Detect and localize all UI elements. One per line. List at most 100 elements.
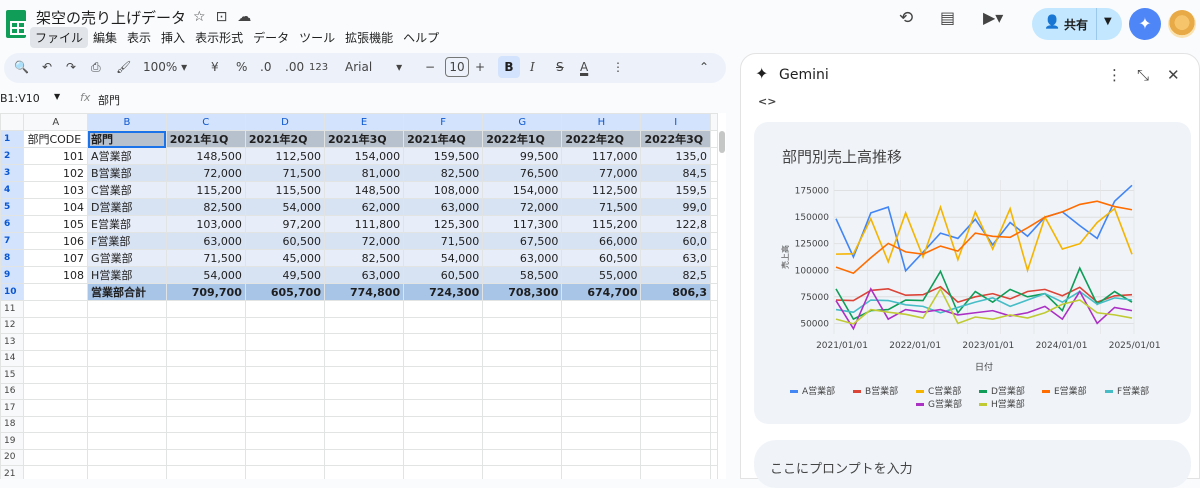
cell[interactable]: 71,500: [244, 164, 325, 182]
cell[interactable]: 81,000: [323, 164, 405, 182]
cell[interactable]: [482, 349, 563, 367]
cell[interactable]: [23, 448, 89, 466]
row-header[interactable]: 11: [0, 300, 25, 318]
row-header[interactable]: 10: [0, 283, 25, 301]
cell[interactable]: [710, 198, 718, 216]
vertical-scrollbar[interactable]: [718, 113, 726, 479]
cell[interactable]: 54,000: [403, 249, 484, 267]
cell[interactable]: [482, 465, 563, 479]
cell[interactable]: 2021年3Q: [323, 130, 405, 148]
column-header[interactable]: [710, 113, 718, 131]
cell[interactable]: 101: [23, 147, 89, 165]
column-header[interactable]: F: [403, 113, 484, 131]
cell[interactable]: [710, 147, 718, 165]
more-vert-icon[interactable]: ⋮: [1107, 66, 1122, 84]
cell[interactable]: [710, 215, 718, 233]
cell[interactable]: [323, 333, 405, 351]
cell[interactable]: 部門CODE: [23, 130, 89, 148]
cell[interactable]: [23, 399, 89, 417]
cell[interactable]: [561, 432, 642, 450]
currency-button[interactable]: ¥: [211, 60, 219, 74]
cell[interactable]: [165, 415, 246, 433]
cell[interactable]: [640, 399, 711, 417]
cell[interactable]: 63,0: [640, 249, 711, 267]
cell[interactable]: [244, 333, 325, 351]
row-header[interactable]: 18: [0, 415, 25, 433]
cell[interactable]: [87, 399, 167, 417]
cell[interactable]: 72,000: [165, 164, 246, 182]
menu-item[interactable]: データ: [248, 27, 294, 48]
font-size-increase-button[interactable]: +: [475, 60, 485, 74]
italic-button[interactable]: I: [530, 60, 535, 74]
cell[interactable]: [561, 316, 642, 334]
cell[interactable]: 115,500: [244, 181, 325, 199]
cell[interactable]: 111,800: [323, 215, 405, 233]
cell[interactable]: 122,8: [640, 215, 711, 233]
cell[interactable]: [640, 415, 711, 433]
cell[interactable]: 135,0: [640, 147, 711, 165]
cell[interactable]: 774,800: [323, 283, 405, 301]
cell[interactable]: [640, 465, 711, 479]
bold-button[interactable]: B: [498, 56, 520, 78]
cell[interactable]: [710, 249, 718, 267]
row-header[interactable]: 12: [0, 316, 25, 334]
decrease-decimal-button[interactable]: .0: [260, 60, 271, 74]
text-color-button[interactable]: A: [580, 60, 588, 74]
cell[interactable]: [244, 349, 325, 367]
cell[interactable]: [165, 465, 246, 479]
cell[interactable]: [710, 399, 718, 417]
cell[interactable]: [87, 465, 167, 479]
cell[interactable]: [403, 316, 484, 334]
cell[interactable]: [710, 266, 718, 284]
cell[interactable]: [323, 399, 405, 417]
cell[interactable]: [482, 300, 563, 318]
cell[interactable]: 45,000: [244, 249, 325, 267]
cell[interactable]: 62,000: [323, 198, 405, 216]
cell[interactable]: [165, 366, 246, 384]
cell[interactable]: [710, 130, 718, 148]
cell[interactable]: [710, 415, 718, 433]
cell[interactable]: [561, 382, 642, 400]
cell[interactable]: [640, 448, 711, 466]
cell[interactable]: C営業部: [87, 181, 167, 199]
menu-item[interactable]: 挿入: [156, 27, 190, 48]
cell[interactable]: 60,500: [403, 266, 484, 284]
cell[interactable]: 71,500: [165, 249, 246, 267]
cell[interactable]: 84,5: [640, 164, 711, 182]
code-icon[interactable]: <>: [758, 95, 776, 108]
cell[interactable]: [323, 349, 405, 367]
cell[interactable]: [87, 316, 167, 334]
cell[interactable]: 82,500: [165, 198, 246, 216]
cell[interactable]: 107: [23, 249, 89, 267]
cell[interactable]: 66,000: [561, 232, 642, 250]
cell[interactable]: [244, 465, 325, 479]
redo-icon[interactable]: ↷: [66, 60, 76, 74]
cell[interactable]: 709,700: [165, 283, 246, 301]
percent-button[interactable]: %: [236, 60, 247, 74]
column-header[interactable]: I: [640, 113, 711, 131]
cell[interactable]: 106: [23, 232, 89, 250]
cell[interactable]: [244, 382, 325, 400]
cell[interactable]: [561, 300, 642, 318]
cell[interactable]: G営業部: [87, 249, 167, 267]
cell[interactable]: 103,000: [165, 215, 246, 233]
cell[interactable]: 148,500: [165, 147, 246, 165]
cell[interactable]: [244, 415, 325, 433]
cell[interactable]: 60,500: [561, 249, 642, 267]
cell[interactable]: 97,200: [244, 215, 325, 233]
column-header[interactable]: G: [482, 113, 563, 131]
print-icon[interactable]: ⎙: [91, 60, 101, 75]
cell[interactable]: 674,700: [561, 283, 642, 301]
cell[interactable]: [23, 465, 89, 479]
cell[interactable]: 63,000: [165, 232, 246, 250]
cell[interactable]: [403, 366, 484, 384]
cell[interactable]: [323, 366, 405, 384]
cell[interactable]: 2022年1Q: [482, 130, 563, 148]
share-button[interactable]: 👤 共有 ▼: [1032, 8, 1122, 40]
cell[interactable]: 154,000: [323, 147, 405, 165]
spreadsheet-grid[interactable]: A B C D E F G H I 1 部門CODE 部門 2021年1Q 2021年2Q 2021年3Q 2…: [0, 113, 718, 479]
cell[interactable]: [323, 382, 405, 400]
name-box[interactable]: B1:V10 ▼: [0, 92, 68, 105]
cell[interactable]: 154,000: [482, 181, 563, 199]
cell[interactable]: [640, 382, 711, 400]
